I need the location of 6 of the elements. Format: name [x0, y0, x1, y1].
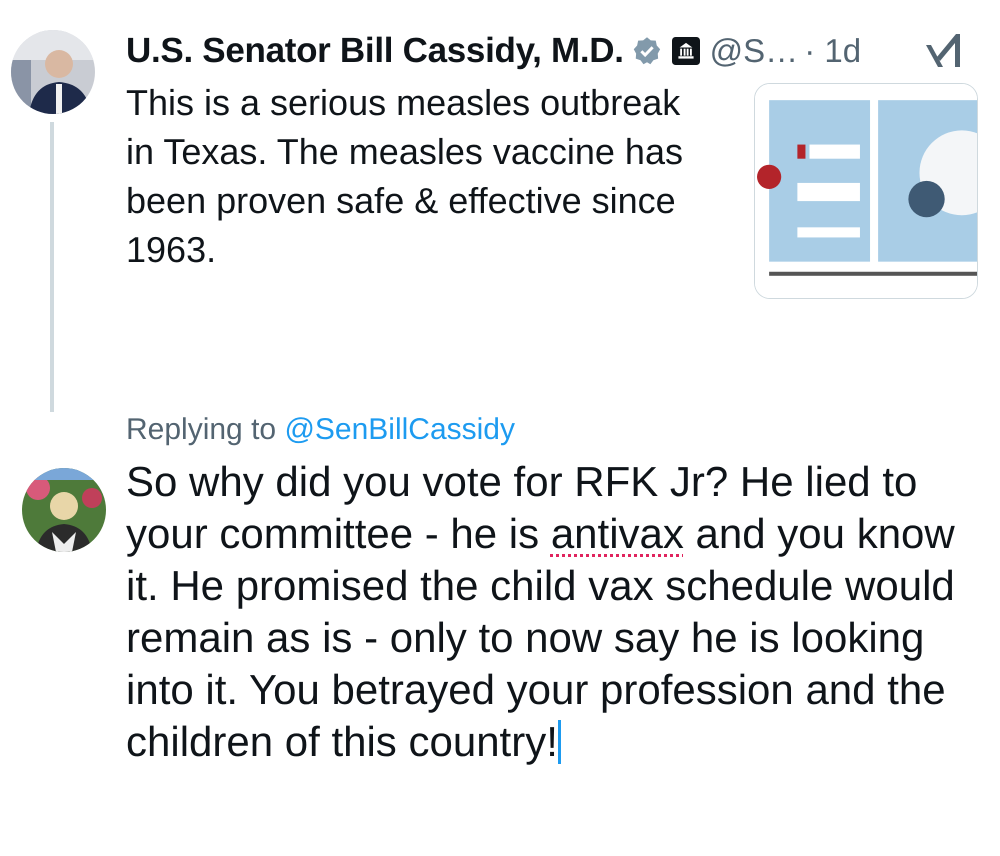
author-handle[interactable]: @S…: [710, 32, 798, 70]
timestamp: · 1d: [804, 32, 862, 70]
author-name[interactable]: U.S. Senator Bill Cassidy, M.D.: [126, 31, 624, 71]
tweet-text: This is a serious measles outbreak in Texas. The measles vaccine has been proven safe & effective since 1963.: [126, 81, 684, 272]
replying-to-text: Replying to @SenBillCassidy: [126, 412, 515, 448]
reply-input-field[interactable]: So why did you vote for RFK Jr? He lied to your committee - he is antivax and you know it. He promised the child vax schedule would remain as is - only to now say he is looking into it. You betrayed your profession and the children of this country!: [126, 456, 981, 768]
